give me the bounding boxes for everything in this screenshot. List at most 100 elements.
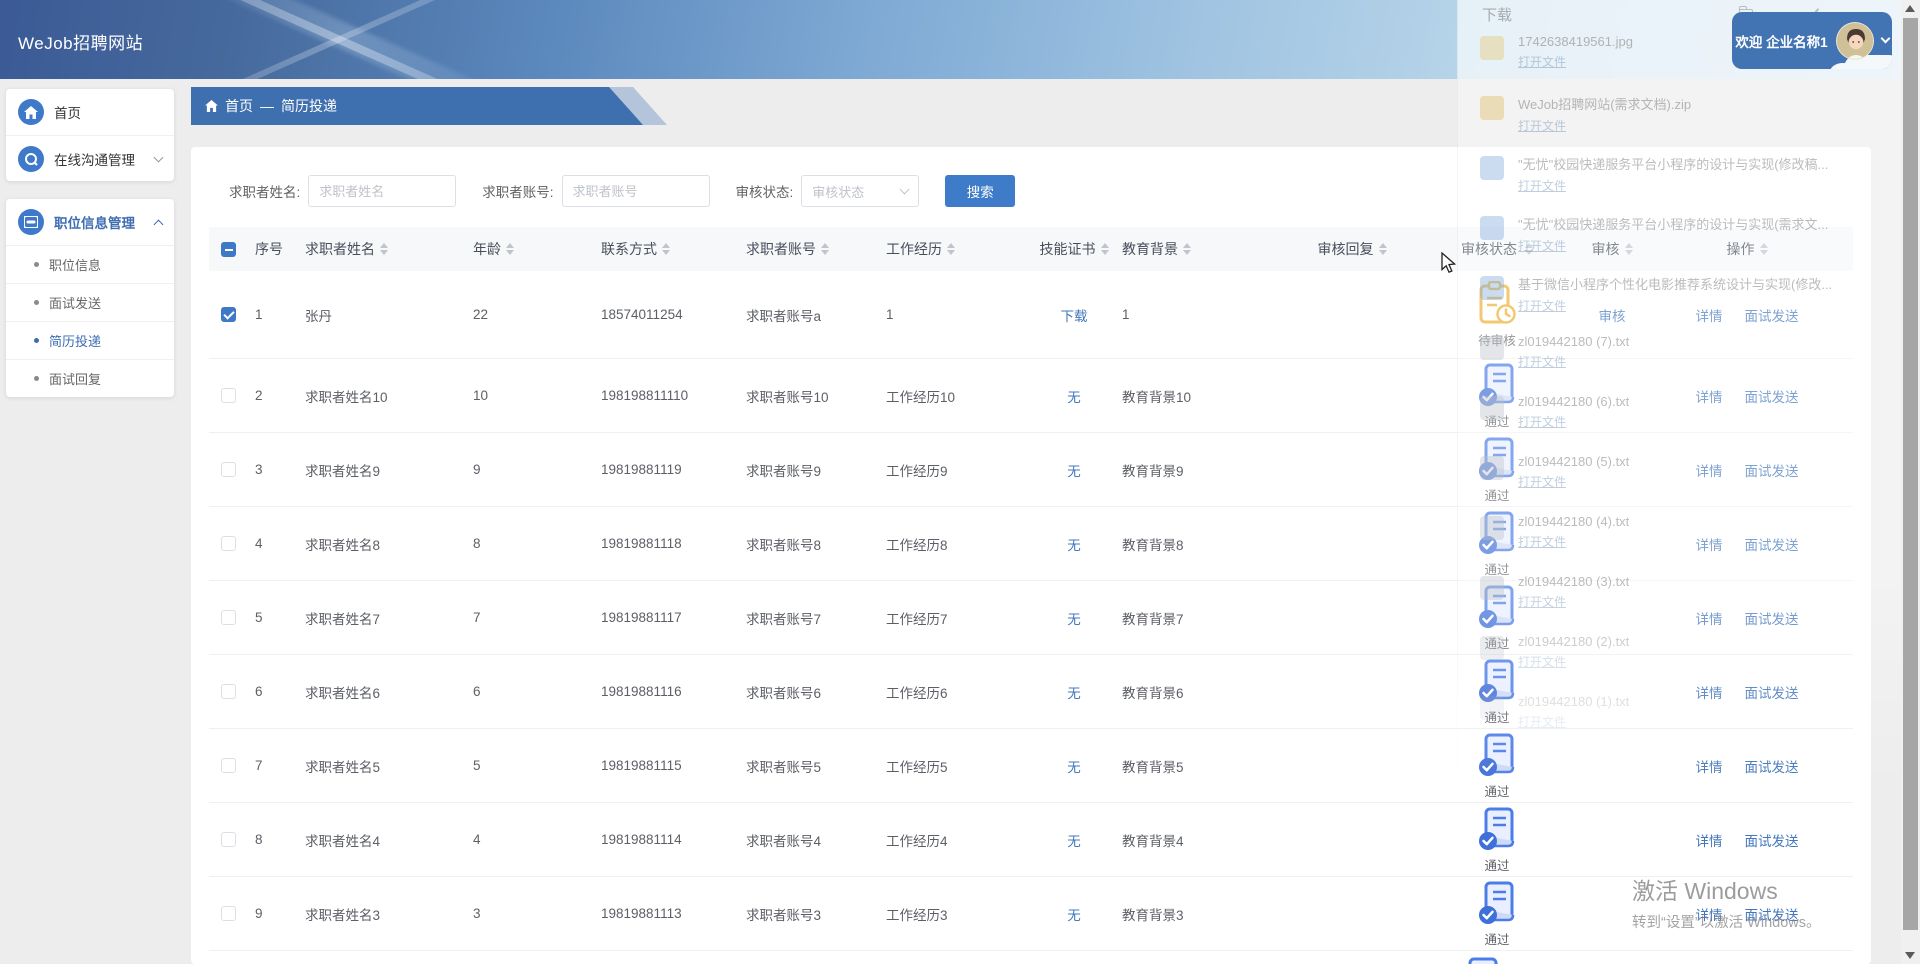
cell-age: 22 — [473, 307, 489, 322]
cell-age: 7 — [473, 610, 481, 625]
search-button[interactable]: 搜索 — [945, 175, 1016, 207]
sort-icon[interactable] — [947, 243, 955, 255]
cell-name: 求职者姓名8 — [305, 537, 381, 553]
sidebar-item-chat-management[interactable]: 在线沟通管理 — [6, 135, 174, 181]
cell-name: 求职者姓名9 — [305, 463, 381, 479]
interview-send-link[interactable]: 面试发送 — [1745, 904, 1799, 924]
certificate-link[interactable]: 无 — [1067, 830, 1081, 850]
cell-actions: 详情 面试发送 — [1652, 830, 1842, 850]
select-all-checkbox[interactable] — [220, 241, 236, 257]
row-checkbox-cell — [209, 462, 247, 477]
scrollbar-up-arrow[interactable] — [1905, 5, 1915, 12]
cell-index: 8 — [255, 832, 263, 847]
cell-certificate: 下载 — [1026, 305, 1122, 325]
certificate-link[interactable]: 无 — [1067, 682, 1081, 702]
row-checkbox[interactable] — [220, 307, 236, 322]
sort-icon[interactable] — [1378, 243, 1387, 255]
partial-next-row — [209, 951, 1853, 964]
download-filename: 1742638419561.jpg — [1518, 34, 1633, 49]
open-file-link: 打开文件 — [1518, 715, 1567, 729]
status-label: 通过 — [1484, 932, 1510, 947]
chevron-down-icon — [899, 184, 910, 195]
cell-education: 教育背景9 — [1122, 463, 1184, 479]
sidebar-item-label: 职位信息管理 — [54, 216, 135, 231]
cell-contact: 19819881116 — [601, 684, 682, 699]
breadcrumb-home-link[interactable]: 首页 — [225, 96, 253, 116]
row-checkbox[interactable] — [220, 462, 236, 477]
home-icon — [18, 99, 44, 125]
certificate-link[interactable]: 无 — [1067, 904, 1081, 924]
status-filter-select[interactable]: 审核状态 — [801, 175, 920, 207]
table-row: 8 求职者姓名4 4 19819881114 求职者账号4 工作经历4 无 教育… — [209, 803, 1853, 877]
interview-send-link[interactable]: 面试发送 — [1745, 830, 1799, 850]
row-checkbox[interactable] — [220, 906, 236, 921]
row-checkbox[interactable] — [220, 758, 236, 773]
download-item: WeJob招聘网站(需求文档).zip 打开文件 — [1458, 86, 1903, 146]
sidebar-item-resume-submission[interactable]: 简历投递 — [6, 321, 174, 359]
file-type-icon — [1480, 276, 1504, 300]
user-menu[interactable]: 欢迎 企业名称1 — [1732, 12, 1892, 69]
cell-contact: 19819881117 — [601, 610, 682, 625]
cell-certificate: 无 — [1026, 534, 1122, 554]
scrollbar-thumb[interactable] — [1903, 18, 1918, 930]
sidebar-subitem-label: 面试发送 — [49, 296, 102, 311]
account-filter-input[interactable] — [561, 175, 710, 207]
certificate-link[interactable]: 无 — [1067, 460, 1081, 480]
cell-name: 求职者姓名5 — [305, 759, 381, 775]
sidebar-item-home[interactable]: 首页 — [6, 89, 174, 135]
downloads-flyout-content: 下载 1742638419561.jpg 打开文件 WeJob招聘网站(需求文档… — [1458, 0, 1903, 810]
certificate-link[interactable]: 无 — [1067, 386, 1081, 406]
open-file-link: 打开文件 — [1518, 415, 1567, 429]
sort-icon[interactable] — [506, 243, 514, 255]
detail-link[interactable]: 详情 — [1696, 904, 1723, 924]
open-file-link: 打开文件 — [1518, 475, 1567, 489]
download-item-text: zl019442180 (3).txt 打开文件 — [1518, 574, 1629, 610]
col-header-age: 年龄 — [473, 239, 601, 259]
sidebar-item-interview-reply[interactable]: 面试回复 — [6, 359, 174, 397]
detail-link[interactable]: 详情 — [1696, 830, 1723, 850]
status-select-placeholder: 审核状态 — [812, 184, 865, 200]
sidebar-item-job-info-management[interactable]: 职位信息管理 — [6, 199, 174, 245]
cell-education: 教育背景7 — [1122, 611, 1184, 627]
name-filter-input[interactable] — [308, 175, 457, 207]
row-checkbox[interactable] — [220, 684, 236, 699]
downloads-title: 下载 — [1482, 7, 1513, 24]
cell-experience: 工作经历3 — [886, 907, 948, 923]
download-filename: zl019442180 (5).txt — [1518, 454, 1630, 469]
download-filename: zl019442180 (2).txt — [1518, 634, 1630, 649]
filter-bar: 求职者姓名: 求职者账号: 审核状态: 审核状态 搜索 — [229, 175, 1016, 207]
sort-icon[interactable] — [1100, 243, 1109, 255]
cell-account: 求职者账号4 — [746, 833, 822, 849]
certificate-link[interactable]: 无 — [1067, 608, 1081, 628]
sort-icon[interactable] — [821, 243, 829, 255]
download-item-text: zl019442180 (1).txt 打开文件 — [1518, 694, 1629, 730]
download-item: zl019442180 (7).txt 打开文件 — [1458, 326, 1903, 386]
scrollbar-down-arrow[interactable] — [1905, 952, 1915, 959]
avatar[interactable] — [1835, 21, 1874, 60]
sort-icon[interactable] — [380, 243, 388, 255]
row-checkbox[interactable] — [220, 536, 236, 551]
cell-account: 求职者账号10 — [746, 389, 829, 405]
file-type-icon — [1480, 216, 1504, 240]
row-checkbox[interactable] — [220, 610, 236, 625]
row-checkbox[interactable] — [220, 832, 236, 847]
certificate-link[interactable]: 下载 — [1061, 305, 1088, 325]
cell-education: 教育背景6 — [1122, 685, 1184, 701]
open-file-link: 打开文件 — [1518, 299, 1567, 313]
sort-icon[interactable] — [662, 243, 670, 255]
open-file-link: 打开文件 — [1518, 119, 1567, 133]
sort-icon[interactable] — [1183, 243, 1191, 255]
sidebar-item-interview-send[interactable]: 面试发送 — [6, 283, 174, 321]
col-header-experience: 工作经历 — [886, 239, 1026, 259]
certificate-link[interactable]: 无 — [1067, 534, 1081, 554]
file-type-icon — [1480, 396, 1504, 420]
breadcrumb: 首页 — 简历投递 — [191, 87, 643, 125]
open-file-link: 打开文件 — [1518, 179, 1567, 193]
cell-actions: 详情 面试发送 — [1652, 904, 1842, 924]
certificate-link[interactable]: 无 — [1067, 756, 1081, 776]
sidebar-item-job-info[interactable]: 职位信息 — [6, 245, 174, 283]
row-checkbox[interactable] — [220, 388, 236, 403]
row-checkbox-cell — [209, 307, 247, 322]
cell-account: 求职者账号7 — [746, 611, 822, 627]
download-filename: WeJob招聘网站(需求文档).zip — [1518, 97, 1692, 112]
